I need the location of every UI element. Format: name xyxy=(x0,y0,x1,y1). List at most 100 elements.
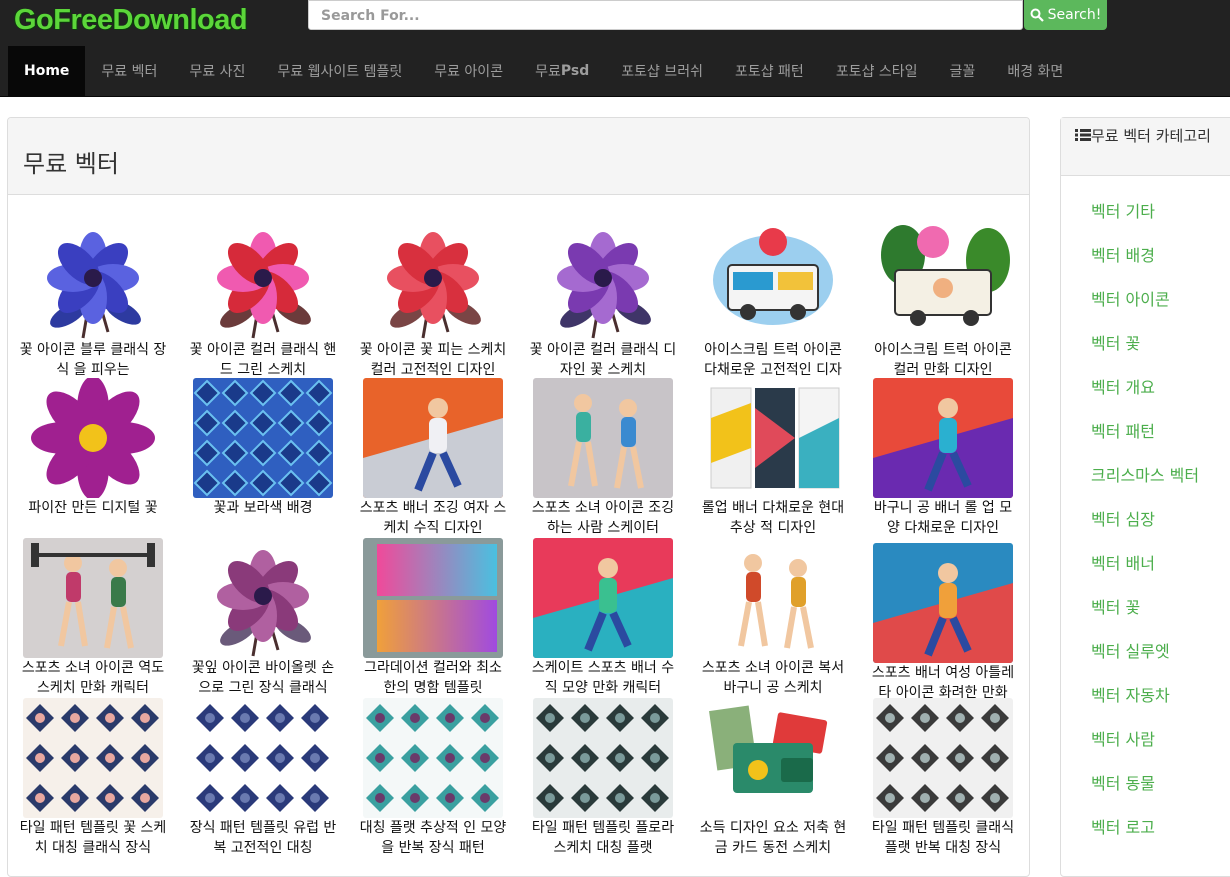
vector-caption[interactable]: 스포츠 배너 여성 아틀레타 아이콘 화려한 만화 xyxy=(868,663,1018,703)
vector-thumbnail[interactable] xyxy=(23,220,163,340)
nav-item-2[interactable]: 무료 사진 xyxy=(173,46,261,96)
nav-item-8[interactable]: 포토샵 스타일 xyxy=(820,46,934,96)
vector-caption[interactable]: 장식 패턴 템플릿 유럽 반복 고전적인 대칭 xyxy=(188,818,338,858)
category-link[interactable]: 벡터 배경 xyxy=(1091,242,1230,286)
vector-caption[interactable]: 대칭 플랫 추상적 인 모양을 반복 장식 패턴 xyxy=(358,818,508,858)
vector-caption[interactable]: 꽃 아이콘 컬러 클래식 디자인 꽃 스케치 xyxy=(528,340,678,380)
vector-thumbnail[interactable] xyxy=(703,538,843,658)
vector-caption[interactable]: 스포츠 배너 조깅 여자 스케치 수직 디자인 xyxy=(358,498,508,538)
vector-thumbnail[interactable] xyxy=(363,538,503,658)
nav-item-9[interactable]: 글꼴 xyxy=(934,46,992,96)
vector-caption[interactable]: 파이잔 만든 디지털 꽃 xyxy=(18,498,168,538)
category-link[interactable]: 벡터 동물 xyxy=(1091,770,1230,814)
vector-item[interactable]: 파이잔 만든 디지털 꽃 xyxy=(23,378,163,538)
category-link[interactable]: 벡터 개요 xyxy=(1091,374,1230,418)
vector-thumbnail[interactable] xyxy=(703,220,843,340)
vector-item[interactable]: 아이스크림 트럭 아이콘 다채로운 고전적인 디자인 xyxy=(703,220,843,380)
vector-caption[interactable]: 그라데이션 컬러와 최소한의 명함 템플릿 xyxy=(358,658,508,698)
vector-caption[interactable]: 롤업 배너 다채로운 현대 추상 적 디자인 xyxy=(698,498,848,538)
vector-caption[interactable]: 아이스크림 트럭 아이콘 다채로운 고전적인 디자인 xyxy=(698,340,848,380)
vector-caption[interactable]: 타일 패턴 템플릿 클래식 플랫 반복 대칭 장식 xyxy=(868,818,1018,858)
vector-item[interactable]: 스포츠 배너 조깅 여자 스케치 수직 디자인 xyxy=(360,378,506,538)
category-link[interactable]: 벡터 아이콘 xyxy=(1091,286,1230,330)
vector-caption[interactable]: 바구니 공 배너 롤 업 모양 다채로운 디자인 xyxy=(868,498,1018,538)
vector-thumbnail[interactable] xyxy=(533,378,673,498)
nav-item-10[interactable]: 배경 화면 xyxy=(991,46,1079,96)
vector-item[interactable]: 스포츠 배너 여성 아틀레타 아이콘 화려한 만화 xyxy=(872,543,1014,703)
search-input[interactable]: Search For... xyxy=(308,0,1023,30)
vector-item[interactable]: 대칭 플랫 추상적 인 모양을 반복 장식 패턴 xyxy=(360,698,506,858)
vector-thumbnail[interactable] xyxy=(23,698,163,818)
search-button[interactable]: Search! xyxy=(1024,0,1107,30)
vector-item[interactable]: 소득 디자인 요소 저축 현금 카드 동전 스케치 xyxy=(700,698,846,858)
category-link[interactable]: 벡터 꽃 xyxy=(1091,330,1230,374)
category-link[interactable]: 벡터 꽃 xyxy=(1091,594,1230,638)
vector-caption[interactable]: 꽃 아이콘 꽃 피는 스케치 컬러 고전적인 디자인 xyxy=(358,340,508,380)
vector-item[interactable]: 스케이트 스포츠 배너 수직 모양 만화 캐릭터 xyxy=(532,538,674,698)
category-link[interactable]: 벡터 배너 xyxy=(1091,550,1230,594)
vector-thumbnail[interactable] xyxy=(873,698,1013,818)
vector-item[interactable]: 장식 패턴 템플릿 유럽 반복 고전적인 대칭 xyxy=(190,698,336,858)
vector-thumbnail[interactable] xyxy=(873,543,1013,663)
vector-item[interactable]: 꽃 아이콘 블루 클래식 장식 을 피우는 xyxy=(20,220,166,380)
nav-item-1[interactable]: 무료 벡터 xyxy=(85,46,173,96)
nav-item-4[interactable]: 무료 아이콘 xyxy=(418,46,519,96)
category-link[interactable]: 벡터 패턴 xyxy=(1091,418,1230,462)
vector-item[interactable]: 타일 패턴 템플릿 꽃 스케치 대칭 클래식 장식 xyxy=(20,698,166,858)
vector-thumbnail[interactable] xyxy=(873,378,1013,498)
vector-item[interactable]: 스포츠 소녀 아이콘 조깅하는 사람 스케이터 xyxy=(532,378,674,538)
vector-thumbnail[interactable] xyxy=(193,220,333,340)
vector-item[interactable]: 그라데이션 컬러와 최소한의 명함 템플릿 xyxy=(363,538,503,698)
vector-caption[interactable]: 스포츠 소녀 아이콘 복서 바구니 공 스케치 xyxy=(698,658,848,698)
vector-item[interactable]: 스포츠 소녀 아이콘 역도 스케치 만화 캐릭터 xyxy=(22,538,164,698)
category-link[interactable]: 벡터 자동차 xyxy=(1091,682,1230,726)
vector-thumbnail[interactable] xyxy=(23,538,163,658)
vector-caption[interactable]: 꽃 아이콘 블루 클래식 장식 을 피우는 xyxy=(18,340,168,380)
vector-item[interactable]: 꽃 아이콘 컬러 클래식 핸드 그린 스케치 xyxy=(190,220,336,380)
vector-thumbnail[interactable] xyxy=(703,378,843,498)
vector-thumbnail[interactable] xyxy=(193,378,333,498)
nav-item-7[interactable]: 포토샵 패턴 xyxy=(719,46,820,96)
vector-thumbnail[interactable] xyxy=(23,378,163,498)
category-link[interactable]: 벡터 로고 xyxy=(1091,814,1230,858)
vector-thumbnail[interactable] xyxy=(533,698,673,818)
site-logo[interactable]: GoFreeDownload xyxy=(14,4,248,37)
vector-item[interactable]: 아이스크림 트럭 아이콘 컬러 만화 디자인 xyxy=(873,220,1013,380)
vector-item[interactable]: 꽃 아이콘 컬러 클래식 디자인 꽃 스케치 xyxy=(530,220,676,380)
vector-caption[interactable]: 스포츠 소녀 아이콘 조깅하는 사람 스케이터 xyxy=(528,498,678,538)
category-link[interactable]: 벡터 심장 xyxy=(1091,506,1230,550)
category-link[interactable]: 크리스마스 벡터 xyxy=(1091,462,1230,506)
vector-caption[interactable]: 타일 패턴 템플릿 플로라 스케치 대칭 플랫 xyxy=(528,818,678,858)
vector-thumbnail[interactable] xyxy=(363,378,503,498)
nav-item-6[interactable]: 포토샵 브러쉬 xyxy=(605,46,719,96)
nav-item-5[interactable]: 무료 Psd xyxy=(519,46,605,96)
vector-caption[interactable]: 아이스크림 트럭 아이콘 컬러 만화 디자인 xyxy=(868,340,1018,380)
vector-item[interactable]: 스포츠 소녀 아이콘 복서 바구니 공 스케치 xyxy=(702,538,844,698)
vector-item[interactable]: 꽃 아이콘 꽃 피는 스케치 컬러 고전적인 디자인 xyxy=(360,220,506,380)
vector-item[interactable]: 바구니 공 배너 롤 업 모양 다채로운 디자인 xyxy=(873,378,1013,538)
vector-thumbnail[interactable] xyxy=(363,698,503,818)
vector-item[interactable]: 타일 패턴 템플릿 플로라 스케치 대칭 플랫 xyxy=(532,698,674,858)
vector-thumbnail[interactable] xyxy=(873,220,1013,340)
nav-item-3[interactable]: 무료 웹사이트 템플릿 xyxy=(261,46,418,96)
vector-item[interactable]: 꽃잎 아이콘 바이올렛 손으로 그린 장식 클래식 xyxy=(192,538,334,698)
vector-thumbnail[interactable] xyxy=(533,538,673,658)
vector-caption[interactable]: 스케이트 스포츠 배너 수직 모양 만화 캐릭터 xyxy=(528,658,678,698)
vector-thumbnail[interactable] xyxy=(533,220,673,340)
category-link[interactable]: 벡터 실루엣 xyxy=(1091,638,1230,682)
vector-thumbnail[interactable] xyxy=(193,538,333,658)
category-link[interactable]: 벡터 기타 xyxy=(1091,198,1230,242)
vector-caption[interactable]: 스포츠 소녀 아이콘 역도 스케치 만화 캐릭터 xyxy=(18,658,168,698)
vector-caption[interactable]: 꽃잎 아이콘 바이올렛 손으로 그린 장식 클래식 xyxy=(188,658,338,698)
nav-item-0[interactable]: Home xyxy=(8,46,86,96)
vector-item[interactable]: 꽃과 보라색 배경 xyxy=(193,378,333,538)
vector-item[interactable]: 롤업 배너 다채로운 현대 추상 적 디자인 xyxy=(702,378,844,538)
vector-caption[interactable]: 꽃과 보라색 배경 xyxy=(188,498,338,538)
vector-thumbnail[interactable] xyxy=(703,698,843,818)
vector-item[interactable]: 타일 패턴 템플릿 클래식 플랫 반복 대칭 장식 xyxy=(872,698,1014,858)
vector-caption[interactable]: 소득 디자인 요소 저축 현금 카드 동전 스케치 xyxy=(698,818,848,858)
vector-thumbnail[interactable] xyxy=(193,698,333,818)
category-link[interactable]: 벡터 사람 xyxy=(1091,726,1230,770)
vector-caption[interactable]: 타일 패턴 템플릿 꽃 스케치 대칭 클래식 장식 xyxy=(18,818,168,858)
vector-caption[interactable]: 꽃 아이콘 컬러 클래식 핸드 그린 스케치 xyxy=(188,340,338,380)
